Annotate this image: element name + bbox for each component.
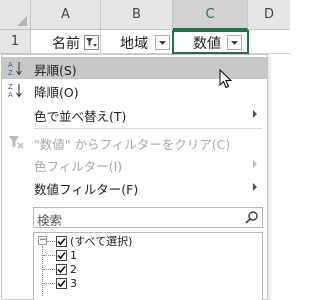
svg-text:A: A bbox=[8, 61, 13, 69]
filter-button-c[interactable] bbox=[227, 35, 242, 50]
tree-connector bbox=[47, 241, 55, 242]
spreadsheet: A B C D 1 名前 地域 数値 A Z 昇順(S) Z A 降順(O) 色… bbox=[0, 0, 290, 300]
row-header-1[interactable]: 1 bbox=[0, 30, 31, 54]
checkbox-value[interactable] bbox=[56, 249, 67, 261]
list-item-label: 1 bbox=[70, 248, 77, 262]
column-header-d[interactable]: D bbox=[248, 0, 290, 30]
tree-connector bbox=[43, 269, 55, 270]
filter-funnel-icon bbox=[86, 38, 97, 47]
search-input[interactable]: 検索 bbox=[33, 207, 263, 228]
search-icon[interactable] bbox=[244, 210, 259, 225]
tree-connector bbox=[43, 283, 55, 284]
cell-d1[interactable] bbox=[249, 30, 290, 54]
list-item-label: 2 bbox=[70, 262, 77, 276]
number-filter-item[interactable]: 数値フィルター(F) bbox=[2, 176, 267, 198]
search-placeholder: 検索 bbox=[37, 213, 63, 228]
checkmark-icon bbox=[57, 279, 66, 287]
clear-filter-label: "数値" からフィルターをクリア(C) bbox=[34, 137, 231, 152]
cell-a1[interactable]: 名前 bbox=[31, 30, 101, 54]
filter-dropdown-menu: A Z 昇順(S) Z A 降順(O) 色で並べ替え(T) "数値" からフィル… bbox=[1, 54, 268, 300]
sort-by-color-label: 色で並べ替え(T) bbox=[34, 109, 127, 124]
tree-connector bbox=[42, 246, 43, 296]
sort-by-color-item[interactable]: 色で並べ替え(T) bbox=[2, 103, 267, 125]
list-item-label: (すべて選択) bbox=[70, 235, 133, 248]
cell-a1-text: 名前 bbox=[52, 36, 80, 52]
list-item[interactable]: (すべて選択) bbox=[56, 234, 132, 248]
checkbox-select-all[interactable] bbox=[56, 235, 67, 247]
cell-b1[interactable]: 地域 bbox=[101, 30, 173, 54]
number-filter-label: 数値フィルター(F) bbox=[34, 182, 139, 197]
filter-button-a[interactable] bbox=[84, 35, 99, 50]
select-all-corner[interactable] bbox=[0, 0, 31, 30]
list-item[interactable]: 1 bbox=[56, 248, 77, 262]
checkmark-icon bbox=[57, 251, 66, 259]
list-item[interactable]: 2 bbox=[56, 262, 77, 276]
submenu-arrow-icon bbox=[253, 160, 257, 168]
tree-collapse-toggle[interactable]: − bbox=[38, 236, 47, 245]
sort-descending-label: 降順(O) bbox=[34, 85, 79, 100]
checkmark-icon bbox=[57, 265, 66, 273]
checkbox-value[interactable] bbox=[56, 277, 67, 289]
color-filter-label: 色フィルター(I) bbox=[34, 159, 123, 174]
sort-ascending-icon: A Z bbox=[8, 61, 22, 76]
dropdown-arrow-icon bbox=[159, 41, 166, 45]
column-header-b[interactable]: B bbox=[101, 0, 173, 30]
cell-c1[interactable]: 数値 bbox=[172, 30, 249, 54]
menu-separator bbox=[34, 128, 262, 129]
dropdown-arrow-icon bbox=[231, 41, 238, 45]
clear-filter-item[interactable]: "数値" からフィルターをクリア(C) bbox=[2, 131, 267, 153]
submenu-arrow-icon bbox=[253, 110, 257, 118]
list-item-label: 3 bbox=[70, 276, 77, 290]
mouse-pointer-icon bbox=[219, 69, 233, 89]
checkbox-value[interactable] bbox=[56, 263, 67, 275]
sort-ascending-label: 昇順(S) bbox=[34, 63, 77, 78]
tree-connector bbox=[43, 255, 55, 256]
clear-filter-icon bbox=[9, 136, 24, 149]
color-filter-item[interactable]: 色フィルター(I) bbox=[2, 153, 267, 175]
cell-c1-text: 数値 bbox=[193, 36, 221, 52]
svg-text:Z: Z bbox=[8, 83, 13, 91]
filter-button-b[interactable] bbox=[155, 35, 170, 50]
value-checklist[interactable]: − (すべて選択) 1 2 3 bbox=[33, 232, 263, 300]
sort-descending-icon: Z A bbox=[8, 83, 22, 98]
checkmark-icon bbox=[57, 237, 66, 245]
svg-text:Z: Z bbox=[8, 69, 13, 76]
cell-b1-text: 地域 bbox=[120, 36, 148, 52]
list-item[interactable]: 3 bbox=[56, 276, 77, 290]
column-header-c[interactable]: C bbox=[173, 0, 248, 30]
column-header-a[interactable]: A bbox=[31, 0, 101, 30]
submenu-arrow-icon bbox=[253, 183, 257, 191]
corner-triangle-icon bbox=[17, 16, 27, 26]
svg-text:A: A bbox=[8, 91, 13, 98]
